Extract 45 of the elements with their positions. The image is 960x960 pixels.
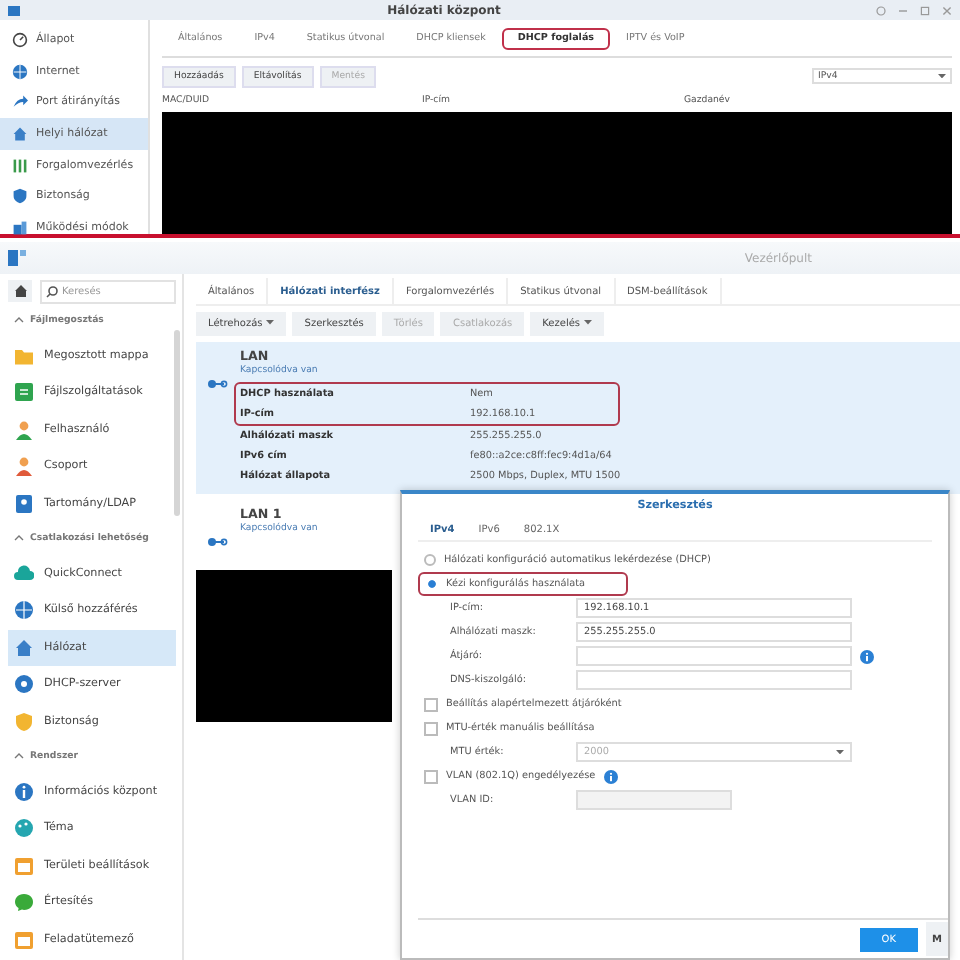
checkbox[interactable]: [424, 721, 438, 735]
maximize-icon[interactable]: [920, 5, 930, 15]
network-port-icon: [208, 538, 228, 546]
close-icon[interactable]: [942, 5, 952, 15]
gauge-icon: [12, 31, 28, 48]
chevron-up-icon: [14, 752, 24, 761]
calendar-icon: [14, 929, 34, 950]
network-port-icon: [208, 380, 228, 388]
help-icon[interactable]: [876, 5, 886, 15]
devices-icon: [12, 219, 28, 236]
shield-icon: [14, 711, 34, 732]
sliders-icon: [12, 157, 28, 174]
arrow-icon: [12, 94, 28, 111]
palette-icon: [14, 818, 34, 839]
globe-icon: [14, 600, 34, 621]
house-icon: [12, 125, 28, 142]
checkbox[interactable]: [424, 769, 438, 783]
house-icon: [14, 637, 34, 658]
network-icon: [14, 674, 34, 695]
shield-icon: [12, 188, 28, 205]
folder-icon: [14, 345, 34, 366]
input-field[interactable]: [576, 670, 852, 690]
checkbox[interactable]: [424, 697, 438, 711]
caret-icon: [836, 749, 844, 755]
radio-button[interactable]: [424, 554, 436, 566]
group-icon: [14, 456, 34, 477]
home-button[interactable]: [8, 280, 32, 302]
cloud-icon: [14, 563, 34, 584]
input-field[interactable]: [576, 646, 852, 666]
app-icon: [8, 250, 26, 266]
chevron-up-icon: [14, 534, 24, 543]
chat-bubble-icon: [14, 892, 34, 913]
info-icon: [14, 781, 34, 802]
id-card-icon: [14, 493, 34, 514]
caret-icon: [938, 73, 946, 79]
calendar-icon: [14, 855, 34, 876]
radio-button[interactable]: [426, 578, 438, 590]
search-icon: [46, 285, 58, 297]
house-icon: [13, 284, 27, 298]
user-icon: [14, 419, 34, 440]
globe-icon: [12, 63, 28, 80]
minimize-icon[interactable]: [898, 5, 908, 15]
document-icon: [14, 382, 34, 403]
chevron-up-icon: [14, 316, 24, 325]
app-icon: [8, 3, 20, 17]
